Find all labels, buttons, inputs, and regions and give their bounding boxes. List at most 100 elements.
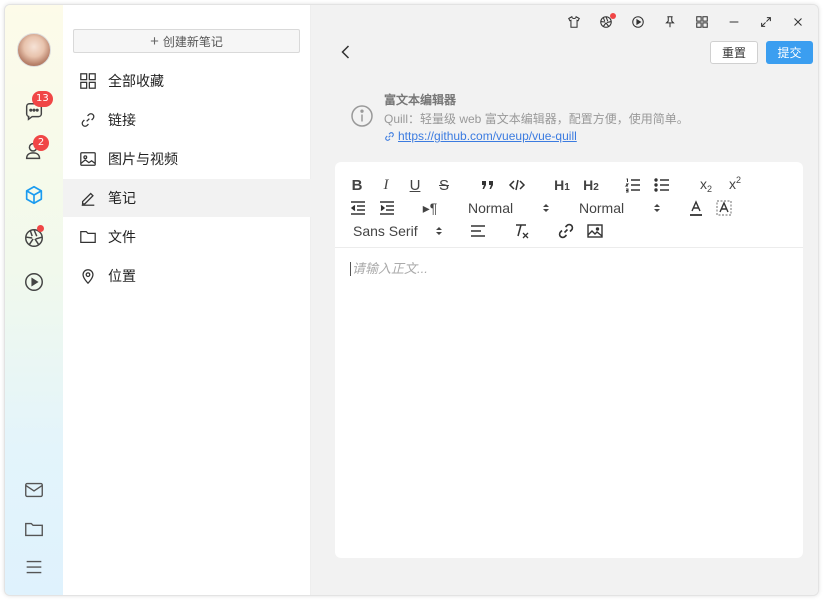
font-picker[interactable]: Sans Serif xyxy=(353,221,443,241)
cube-icon xyxy=(25,185,43,205)
code-icon xyxy=(508,179,526,191)
window-titlebar xyxy=(558,11,814,33)
subscript-icon: x2 xyxy=(699,176,712,194)
mail-icon xyxy=(25,482,43,498)
font-picker-value: Sans Serif xyxy=(353,223,418,239)
chevron-updown-icon xyxy=(543,204,549,212)
skin-button[interactable] xyxy=(558,11,590,33)
expand-icon xyxy=(761,17,771,27)
grid-icon xyxy=(696,16,708,28)
collection-button[interactable] xyxy=(22,183,46,207)
plus-icon: + xyxy=(150,32,159,50)
indent-button[interactable] xyxy=(378,198,396,218)
sidebar-item-label: 笔记 xyxy=(108,190,136,206)
underline-icon: U xyxy=(409,176,421,194)
hamburger-icon xyxy=(26,560,42,574)
menu-button[interactable] xyxy=(22,555,46,579)
new-note-label: 创建新笔记 xyxy=(162,34,223,49)
pin-button[interactable] xyxy=(654,11,686,33)
italic-icon: I xyxy=(383,176,389,193)
back-arrow-icon[interactable] xyxy=(337,43,355,61)
direction-button[interactable]: ▸¶ xyxy=(421,198,439,218)
align-button[interactable] xyxy=(469,221,487,241)
new-note-button[interactable]: + 创建新笔记 xyxy=(73,29,300,53)
text-color-button[interactable] xyxy=(687,198,705,218)
video-button[interactable] xyxy=(22,270,46,294)
sidebar-item-label: 图片与视频 xyxy=(108,151,178,167)
maximize-button[interactable] xyxy=(750,11,782,33)
sidebar-item-notes[interactable]: 笔记 xyxy=(63,179,311,217)
underline-button[interactable]: U xyxy=(407,175,423,195)
sidebar-item-label: 链接 xyxy=(108,112,136,128)
icon-rail: 13 2 xyxy=(5,5,63,595)
chat-badge: 13 xyxy=(32,91,53,107)
blockquote-button[interactable] xyxy=(479,175,497,195)
insert-link-button[interactable] xyxy=(557,221,575,241)
sidebar-item-location[interactable]: 位置 xyxy=(63,257,311,295)
pen-icon xyxy=(78,188,98,208)
superscript-button[interactable]: x2 xyxy=(725,173,745,193)
info-link[interactable]: https://github.com/vueup/vue-quill xyxy=(384,129,577,143)
h1-icon: H1 xyxy=(554,177,570,193)
outdent-icon xyxy=(350,201,365,215)
ordered-list-icon xyxy=(624,178,640,193)
header-picker-value: Normal xyxy=(468,200,514,216)
background-color-button[interactable] xyxy=(715,198,733,218)
strike-button[interactable]: S xyxy=(436,175,452,195)
bullet-list-button[interactable] xyxy=(653,175,671,195)
chevron-updown-icon xyxy=(436,227,442,235)
editor-content[interactable]: 请输入正文... xyxy=(335,248,803,558)
sidebar-item-all[interactable]: 全部收藏 xyxy=(63,62,311,100)
subscript-button[interactable]: x2 xyxy=(696,175,716,195)
size-picker[interactable]: Normal xyxy=(579,198,661,218)
size-picker-value: Normal xyxy=(579,200,625,216)
reset-button[interactable]: 重置 xyxy=(710,41,758,64)
discover-tb-button[interactable] xyxy=(590,11,622,33)
play-button[interactable] xyxy=(622,11,654,33)
outdent-button[interactable] xyxy=(349,198,367,218)
info-title: 富文本编辑器 xyxy=(384,93,457,107)
align-left-icon xyxy=(471,225,485,237)
close-button[interactable] xyxy=(782,11,814,33)
folder-button[interactable] xyxy=(22,517,46,541)
image-icon xyxy=(587,224,603,238)
pin-icon xyxy=(665,16,675,28)
image-icon xyxy=(78,149,98,169)
editor-toolbar: B I U S H1 H2 x2 x2 ▸¶ Normal Normal San… xyxy=(335,162,803,248)
sidebar-item-media[interactable]: 图片与视频 xyxy=(63,140,311,178)
clear-format-button[interactable] xyxy=(513,221,531,241)
folder-icon xyxy=(78,227,98,247)
contacts-badge: 2 xyxy=(33,135,49,151)
minimize-button[interactable] xyxy=(718,11,750,33)
h2-button[interactable]: H2 xyxy=(580,175,602,195)
ordered-list-button[interactable] xyxy=(624,175,642,195)
italic-button[interactable]: I xyxy=(378,175,394,195)
superscript-icon: x2 xyxy=(728,174,741,192)
indent-icon xyxy=(380,201,394,215)
notes-sidebar: + 创建新笔记 全部收藏 链接 图片与视频 笔记 文件 位置 xyxy=(63,5,311,595)
apps-button[interactable] xyxy=(686,11,718,33)
bold-button[interactable]: B xyxy=(349,175,365,195)
bullet-list-icon xyxy=(654,178,669,192)
submit-button[interactable]: 提交 xyxy=(766,41,813,64)
info-description: Quill：轻量级 web 富文本编辑器，配置方便，使用简单。 xyxy=(384,112,689,126)
code-block-button[interactable] xyxy=(508,175,526,195)
play-circle-icon xyxy=(632,16,644,28)
h1-button[interactable]: H1 xyxy=(551,175,573,195)
discover-dot xyxy=(610,13,616,19)
app-window: 13 2 + 创建新笔记 全部收藏 链接 图片与视频 笔记 文件 位置 重置 提… xyxy=(4,4,819,596)
link-icon xyxy=(385,131,394,141)
rich-text-editor: B I U S H1 H2 x2 x2 ▸¶ Normal Normal San… xyxy=(335,162,803,558)
sidebar-item-links[interactable]: 链接 xyxy=(63,101,311,139)
minimize-icon xyxy=(729,21,739,23)
chevron-updown-icon xyxy=(654,204,660,212)
avatar[interactable] xyxy=(17,33,51,67)
mail-button[interactable] xyxy=(22,478,46,502)
insert-image-button[interactable] xyxy=(586,221,604,241)
sidebar-item-files[interactable]: 文件 xyxy=(63,218,311,256)
sidebar-item-label: 文件 xyxy=(108,229,136,245)
clear-format-icon xyxy=(516,224,529,239)
sidebar-item-label: 全部收藏 xyxy=(108,73,164,89)
discover-dot xyxy=(37,225,44,232)
header-picker[interactable]: Normal xyxy=(468,198,550,218)
